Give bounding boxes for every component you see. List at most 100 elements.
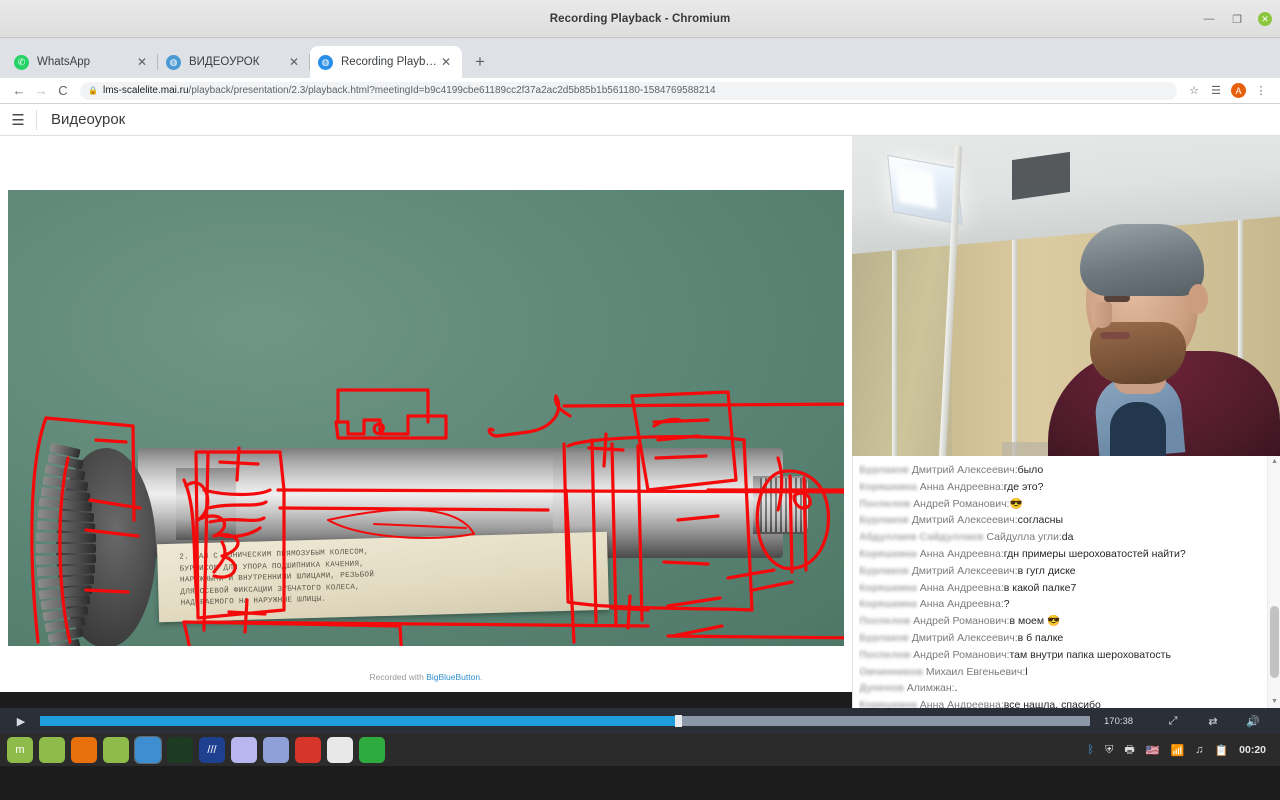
chat-sender-patronymic: Анна Андреевна: [919,480,1004,493]
bookmark-star-icon[interactable]: ☆ [1183,84,1205,97]
tab-label: WhatsApp [37,56,91,68]
chat-sender-surname: Дуненов [859,682,907,695]
bigbluebutton-link[interactable]: BigBlueButton [426,672,480,682]
system-tray: ᛒ ⛨ 🖶 🇺🇸 📶 ♫ 📋 00:20 [1088,741,1276,760]
bevel-gear [26,440,158,646]
reload-icon[interactable]: C [52,83,74,98]
chromium-icon[interactable] [134,736,162,764]
tab-close-icon[interactable]: ✕ [286,55,302,69]
chat-message: Бурлаков Дмитрий Алексеевич:в гугл диске [859,563,1264,580]
chat-sender-patronymic: Алимжан: [906,682,955,695]
gear-tooth [36,520,96,533]
window-title-bar: Recording Playback - Chromium — ❐ ✕ [0,0,1280,38]
seek-bar[interactable] [40,715,1090,727]
gimp-icon[interactable] [295,737,321,763]
back-icon[interactable]: ← [8,83,30,98]
wps-writer-icon[interactable]: /// [199,737,225,763]
chat-sender-surname: Овчинников [859,665,926,678]
chat-message: Бурлаков Дмитрий Алексеевич:было [859,462,1264,479]
screenshot-icon[interactable] [263,737,289,763]
tab-close-icon[interactable]: ✕ [134,55,150,69]
browser-toolbar: ← → C 🔒 lms-scalelite.mai.ru/playback/pr… [0,78,1280,104]
wifi-icon[interactable]: 📶 [1170,744,1184,757]
tab-close-icon[interactable]: ✕ [438,55,454,69]
chat-panel[interactable]: Бурлаков Дмитрий Алексеевич:было Коряшкин… [852,456,1280,708]
close-button[interactable]: ✕ [1258,12,1272,26]
chat-message-text: ? [1003,598,1010,611]
mint-menu-icon[interactable]: m [7,737,33,763]
file-manager-icon[interactable] [103,737,129,763]
chat-sender-patronymic: Анна Андреевна: [919,598,1004,611]
taskbar-clock[interactable]: 00:20 [1239,744,1266,756]
shield-icon[interactable]: ⛨ [1105,744,1113,757]
browser-menu-icon[interactable]: ⋮ [1250,84,1272,97]
system-monitor-icon[interactable] [167,737,193,763]
show-desktop-icon[interactable] [39,737,65,763]
printer-icon[interactable]: 🖶 [1124,741,1134,760]
paper-label: 2. ВАЛ С КОНИЧЕСКИМ ПРЯМОЗУБЫМ КОЛЕСОМ, … [156,531,610,623]
hamburger-menu-icon[interactable]: ☰ [0,111,36,129]
keyboard-layout-icon[interactable]: 🇺🇸 [1146,744,1160,757]
chat-message-text: там внутри папка шероховатость [1009,648,1171,661]
shirt-inner [1110,402,1166,456]
address-bar-text: lms-scalelite.mai.ru/playback/presentati… [103,85,716,96]
chat-message-text: 😎 [1009,497,1023,510]
seek-progress [40,716,676,726]
seek-handle[interactable] [675,715,683,727]
tab-label: ВИДЕОУРОК [189,56,260,68]
maximize-button[interactable]: ❐ [1230,12,1244,26]
window-title: Recording Playback - Chromium [549,12,731,25]
chat-message: Поспелов Андрей Романович:😎 [859,496,1264,513]
chat-sender-surname: Абдуллаев Сайдуллаев [859,531,987,544]
chat-sender-surname: Бурлаков [859,514,912,527]
fullscreen-icon[interactable]: ⤢ [1160,715,1186,728]
gear-teeth [36,442,106,646]
scroll-down-arrow[interactable]: ▼ [1268,696,1280,708]
chat-scrollbar[interactable]: ▲ ▼ [1267,456,1280,708]
gear-tooth [36,544,96,553]
scroll-up-arrow[interactable]: ▲ [1268,456,1280,468]
play-button[interactable]: ▶ [8,715,34,728]
spreadsheet-icon[interactable] [359,737,385,763]
chat-message-text: в б палке [1017,631,1064,644]
chat-message-text: в моем 😎 [1009,615,1061,628]
bluetooth-icon[interactable]: ᛒ [1088,744,1095,756]
chat-sender-patronymic: Андрей Романович: [913,615,1010,628]
profile-avatar[interactable]: A [1231,83,1246,98]
globe-icon: ◍ [318,54,333,70]
inkscape-icon[interactable] [327,737,353,763]
recorded-with-credit: Recorded with BigBlueButton. [0,672,852,682]
webcam-video[interactable] [852,136,1280,456]
playback-speed-icon[interactable]: ⇄ [1200,715,1226,728]
chat-sender-surname: Коряшкина [859,699,920,708]
tab-videourok[interactable]: ◍ ВИДЕОУРОК ✕ [158,46,310,78]
chat-message: Поспелов Андрей Романович:в моем 😎 [859,613,1264,630]
sound-icon[interactable]: ♫ [1195,744,1203,756]
minimize-button[interactable]: — [1202,12,1216,26]
desktop-background [0,766,1280,800]
chat-message: Овчинников Михаил Евгеньевич:l [859,664,1264,681]
page-title: Видеоурок [51,111,126,128]
lock-icon: 🔒 [88,86,98,95]
firefox-icon[interactable] [71,737,97,763]
recorded-prefix: Recorded with [369,672,427,682]
tab-recording-playback[interactable]: ◍ Recording Playback ✕ [310,46,462,78]
clipboard-icon[interactable]: 📋 [1214,744,1228,757]
scrollbar-thumb[interactable] [1270,606,1279,678]
volume-icon[interactable]: 🔊 [1240,715,1266,728]
forward-icon[interactable]: → [30,83,52,98]
url-path: /playback/presentation/2.3/playback.html… [188,85,716,96]
chat-sender-patronymic: Сайдулла угли: [986,531,1062,544]
player-controls: ▶ 170:38 ⤢ ⇄ 🔊 [0,708,1280,734]
shaft-step [176,468,236,540]
chat-message-text: l [1025,665,1028,678]
tab-whatsapp[interactable]: ✆ WhatsApp ✕ [6,46,158,78]
new-tab-button[interactable]: + [466,48,494,76]
chat-sender-patronymic: Дмитрий Алексеевич: [911,514,1018,527]
text-editor-icon[interactable] [231,737,257,763]
slide-image[interactable]: 2. ВАЛ С КОНИЧЕСКИМ ПРЯМОЗУБЫМ КОЛЕСОМ, … [8,190,844,646]
chat-message: Бурлаков Дмитрий Алексеевич:согласны [859,512,1264,529]
address-bar[interactable]: 🔒 lms-scalelite.mai.ru/playback/presenta… [80,81,1177,100]
mouth [1100,332,1130,339]
reading-list-icon[interactable]: ☰ [1205,84,1227,97]
